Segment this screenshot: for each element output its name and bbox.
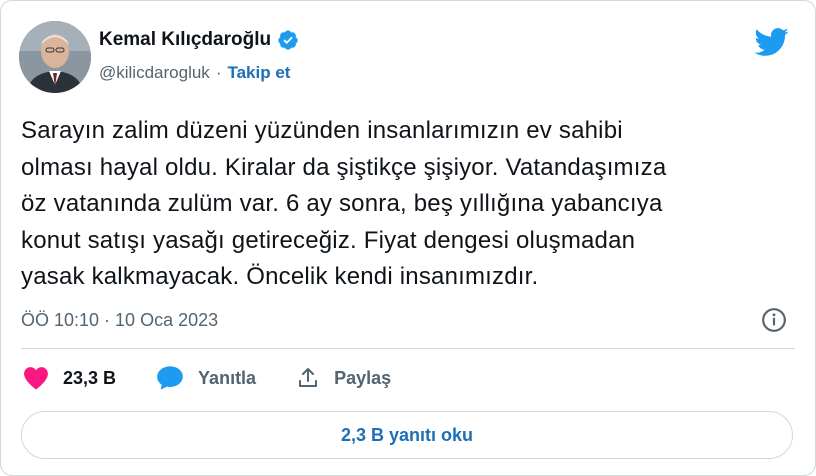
tweet-line: konut satışı yasağı getireceğiz. Fiyat d… xyxy=(21,226,636,254)
tweet-line: olması hayal oldu. Kiralar da şiştikçe ş… xyxy=(21,153,667,181)
reply-label: Yanıtla xyxy=(198,367,257,388)
tweet-line: öz vatanında zulüm var. 6 ay sonra, beş … xyxy=(21,190,663,217)
tweet-timestamp[interactable]: ÖÖ 10:10 · 10 Oca 2023 xyxy=(21,310,218,331)
tweet-card: Kemal Kılıçdaroğlu @kilicdarogluk · Taki… xyxy=(0,0,816,476)
twitter-bird-icon[interactable] xyxy=(753,27,789,57)
tweet-line: Sarayın zalim düzeni yüzünden insanlarım… xyxy=(21,117,623,144)
author-name[interactable]: Kemal Kılıçdaroğlu xyxy=(99,29,271,51)
reply-button[interactable]: Yanıtla xyxy=(156,365,256,391)
share-label: Paylaş xyxy=(334,367,392,388)
read-replies-button[interactable]: 2,3 B yanıtı oku xyxy=(21,411,793,459)
divider xyxy=(21,348,795,349)
follow-link[interactable]: Takip et xyxy=(227,63,290,83)
read-replies-label: 2,3 B yanıtı oku xyxy=(340,424,474,445)
separator-dot: · xyxy=(215,63,222,82)
heart-icon xyxy=(24,367,48,390)
reply-bubble-icon xyxy=(157,366,183,390)
like-count: 23,3 B xyxy=(63,367,117,388)
tweet-text: Sarayın zalim düzeni yüzünden insanlarım… xyxy=(21,113,801,296)
author-handle[interactable]: @kilicdarogluk xyxy=(99,63,210,83)
handle-row: @kilicdarogluk · Takip et xyxy=(99,63,290,83)
verified-badge-icon xyxy=(278,30,298,50)
share-button[interactable]: Paylaş xyxy=(296,366,391,390)
like-button[interactable]: 23,3 B xyxy=(23,366,116,390)
tweet-actions: 23,3 B Yanıtla Paylaş xyxy=(23,365,431,391)
share-icon xyxy=(299,368,318,387)
author-name-row: Kemal Kılıçdaroğlu xyxy=(99,29,299,51)
info-icon[interactable] xyxy=(761,307,787,333)
avatar[interactable] xyxy=(19,21,91,93)
tweet-line: yasak kalkmayacak. Öncelik kendi insanım… xyxy=(21,263,539,290)
